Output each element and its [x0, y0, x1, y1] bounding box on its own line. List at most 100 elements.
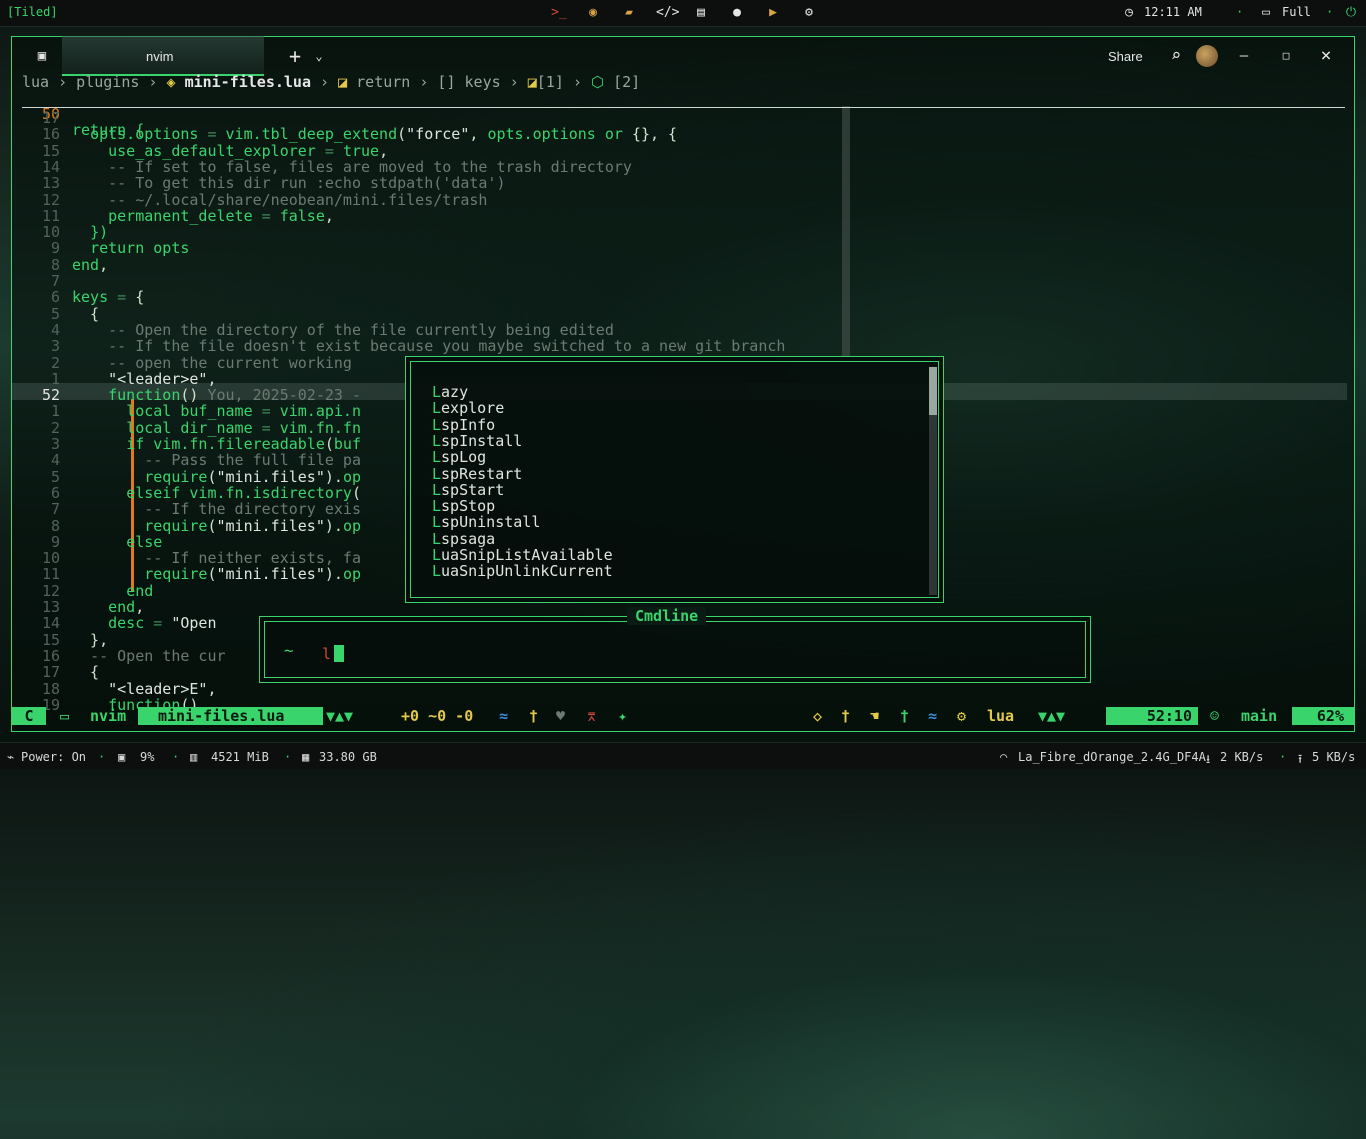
- code-text: {: [72, 663, 100, 682]
- code-icon[interactable]: </>: [656, 4, 679, 22]
- clock[interactable]: 12:11 AM: [1144, 5, 1202, 19]
- completion-item[interactable]: LuaSnipUnlinkCurrent: [432, 563, 613, 579]
- top-bar: [Tiled] >_ ◉ ▰ </> ▤ ● ▶ ⚙ ◷ 12:11 AM · …: [0, 0, 1366, 27]
- line-number: 3: [50, 435, 60, 453]
- file-name[interactable]: mini-files.lua: [138, 707, 323, 725]
- line-number: 1: [50, 369, 60, 388]
- completion-item[interactable]: Lspsaga: [432, 531, 495, 547]
- power-icon[interactable]: ⏻: [1342, 4, 1360, 22]
- close-button[interactable]: ×: [1315, 45, 1337, 67]
- battery-status[interactable]: Full: [1282, 5, 1311, 19]
- memory-usage[interactable]: 4521 MiB: [211, 750, 269, 764]
- share-button[interactable]: Share: [1108, 49, 1143, 64]
- chevron-down-icon[interactable]: ⌄: [308, 45, 330, 67]
- statusline: C ▭ nvim mini-files.lua ▼▲▼ +0 ~0 -0 ≈ †…: [12, 707, 1354, 725]
- code-text: }): [90, 223, 109, 242]
- line-number: 7: [50, 272, 60, 290]
- completion-scrollbar-thumb[interactable]: [929, 367, 937, 415]
- minimize-button[interactable]: –: [1233, 45, 1255, 67]
- cwd-name[interactable]: nvim: [90, 707, 126, 725]
- code-text: -- To get this dir run :echo stdpath('da…: [108, 174, 506, 193]
- cross-icon: †: [900, 707, 910, 725]
- line-number: 6: [50, 483, 60, 502]
- cmdline-input[interactable]: l: [322, 645, 331, 663]
- wifi-ssid[interactable]: La_Fibre_dOrange_2.4G_DF4A: [1018, 750, 1206, 764]
- maximize-button[interactable]: □: [1275, 45, 1297, 67]
- completion-item[interactable]: Lazy: [432, 384, 468, 400]
- youtube-icon[interactable]: ▶: [764, 4, 782, 22]
- firefox-icon[interactable]: ◉: [584, 4, 602, 22]
- line-number: 14: [41, 157, 60, 176]
- bottom-bar: ⌁ Power: On · ▣ 9% · ▥ 4521 MiB · ▦ 33.8…: [0, 742, 1366, 769]
- code-text: -- If set to false, files are moved to t…: [108, 157, 632, 176]
- completion-item[interactable]: LspInfo: [432, 417, 495, 433]
- code-text: local buf_name = vim.api.n: [126, 402, 361, 421]
- line-number: 18: [41, 679, 60, 698]
- workspace-mode-indicator[interactable]: [Tiled]: [7, 5, 58, 19]
- line-number: 52: [41, 386, 60, 405]
- diamond-icon: ◇: [813, 707, 823, 725]
- sticky-divider: [22, 107, 1345, 108]
- chat-icon[interactable]: ●: [728, 4, 746, 22]
- separator-dot: ·: [172, 750, 180, 764]
- code-text: -- ~/.local/share/neobean/mini.files/tra…: [108, 190, 488, 209]
- line-number: 2: [50, 418, 60, 437]
- code-text: function() You, 2025-02-23 -: [108, 386, 361, 405]
- completion-item[interactable]: LspRestart: [432, 466, 522, 482]
- tab-overview-icon[interactable]: ▣: [31, 45, 53, 67]
- mode-indicator: C: [12, 707, 46, 725]
- code-text: -- Pass the full file pa: [144, 451, 361, 470]
- download-speed[interactable]: 2 KB/s: [1220, 750, 1263, 764]
- book-icon[interactable]: ▤: [692, 4, 710, 22]
- completion-item[interactable]: LuaSnipListAvailable: [432, 547, 613, 563]
- line-number: 8: [50, 516, 60, 535]
- cpu-usage[interactable]: 9%: [140, 750, 154, 764]
- line-number: 16: [41, 646, 60, 665]
- code-text: if vim.fn.filereadable(buf: [126, 435, 361, 453]
- code-text: -- If neither exists, fa: [144, 549, 361, 568]
- kali-dragon-icon: ~: [284, 641, 294, 660]
- wave-icon: ≈: [499, 707, 509, 725]
- sticky-context-line: 50 return {: [12, 90, 144, 138]
- line-number: 4: [50, 320, 60, 339]
- code-text: "<leader>E",: [108, 679, 217, 698]
- github-icon: ☺: [1210, 707, 1220, 725]
- code-text: elseif vim.fn.isdirectory(: [126, 483, 361, 502]
- completion-item[interactable]: Lexplore: [432, 400, 504, 416]
- line-number: 13: [41, 598, 60, 616]
- tab-title: nvim: [146, 49, 174, 64]
- anchor-icon: †: [841, 707, 851, 725]
- git-branch[interactable]: main: [1241, 707, 1277, 725]
- line-number: 10: [41, 549, 60, 568]
- terminal-icon[interactable]: >_: [550, 4, 568, 22]
- code-text: "<leader>e",: [108, 369, 217, 388]
- code-text: use_as_default_explorer = true,: [108, 141, 389, 160]
- upload-speed[interactable]: 5 KB/s: [1312, 750, 1355, 764]
- completion-item[interactable]: LspStop: [432, 498, 495, 514]
- new-tab-button[interactable]: +: [284, 45, 306, 67]
- completion-popup[interactable]: Lazy Lexplore LspInfo LspInstall LspLog LspRe…: [405, 356, 944, 603]
- completion-item[interactable]: LspStart: [432, 482, 504, 498]
- code-text: {: [72, 304, 100, 323]
- code-text: end,: [108, 598, 145, 616]
- power-icon: ⌁: [7, 750, 15, 764]
- completion-item[interactable]: LspUninstall: [432, 514, 540, 530]
- code-text: -- If the file doesn't exist because you…: [108, 337, 786, 356]
- completion-item[interactable]: LspLog: [432, 449, 486, 465]
- gear-icon[interactable]: ⚙: [800, 4, 818, 22]
- line-number: 15: [41, 141, 60, 160]
- code-text: end,: [72, 255, 109, 274]
- git-diff: +0 ~0 -0: [401, 707, 474, 725]
- gears-icon: ⚙: [957, 707, 967, 725]
- sparkle-icon: ✦: [618, 707, 628, 725]
- disk-usage[interactable]: 33.80 GB: [319, 750, 377, 764]
- power-status[interactable]: Power: On: [21, 750, 86, 764]
- completion-item[interactable]: LspInstall: [432, 433, 522, 449]
- cmdline-window[interactable]: [259, 616, 1091, 683]
- search-icon[interactable]: ⌕: [1165, 45, 1187, 67]
- anchor-icon: †: [529, 707, 539, 725]
- avatar[interactable]: [1196, 45, 1218, 67]
- folder-icon[interactable]: ▰: [620, 4, 638, 22]
- code-text: require("mini.files").op: [144, 467, 361, 486]
- line-number: 7: [50, 500, 60, 519]
